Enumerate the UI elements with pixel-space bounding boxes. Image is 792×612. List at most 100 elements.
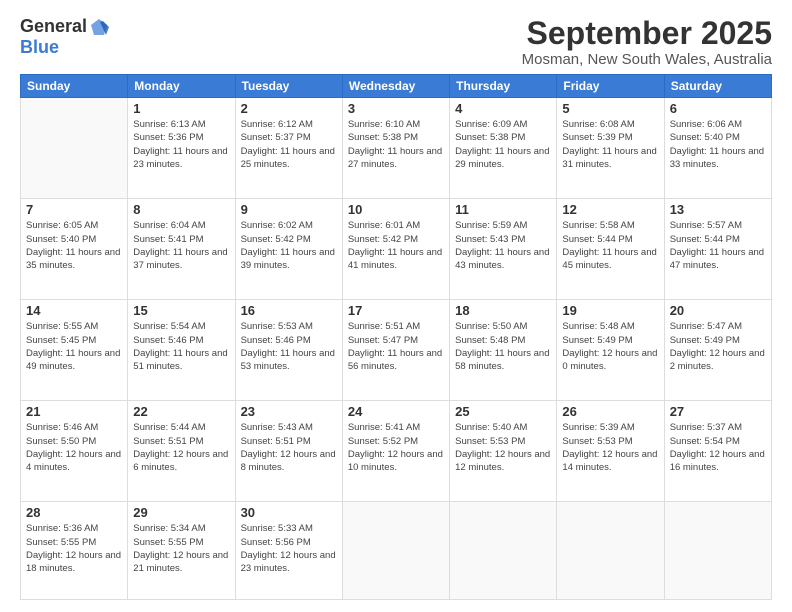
table-row: 23 Sunrise: 5:43 AM Sunset: 5:51 PM Dayli… <box>235 401 342 502</box>
table-row: 13Sunrise: 5:57 AM Sunset: 5:44 PM Dayli… <box>664 199 771 300</box>
day-info: Sunrise: 6:13 AM Sunset: 5:36 PM Dayligh… <box>133 118 229 171</box>
day-info: Sunrise: 5:59 AM Sunset: 5:43 PM Dayligh… <box>455 219 551 272</box>
calendar-header-row: Sunday Monday Tuesday Wednesday Thursday… <box>21 75 772 98</box>
logo-blue-text: Blue <box>20 37 59 58</box>
table-row: 18 Sunrise: 5:50 AM Sunset: 5:48 PM Dayli… <box>450 300 557 401</box>
col-friday: Friday <box>557 75 664 98</box>
day-info: Sunrise: 5:39 AM Sunset: 5:53 PM Dayligh… <box>562 421 658 474</box>
day-info: Sunrise: 5:40 AM Sunset: 5:53 PM Dayligh… <box>455 421 551 474</box>
day-info: Sunrise: 6:12 AM Sunset: 5:37 PM Dayligh… <box>241 118 337 171</box>
day-number: 13 <box>670 202 766 217</box>
day-number: 16 <box>241 303 337 318</box>
day-info: Sunrise: 5:55 AM Sunset: 5:45 PM Dayligh… <box>26 320 122 373</box>
col-thursday: Thursday <box>450 75 557 98</box>
day-number: 1 <box>133 101 229 116</box>
table-row: 3 Sunrise: 6:10 AM Sunset: 5:38 PM Daylig… <box>342 98 449 199</box>
day-number: 15 <box>133 303 229 318</box>
table-row: 25 Sunrise: 5:40 AM Sunset: 5:53 PM Dayli… <box>450 401 557 502</box>
day-number: 7 <box>26 202 122 217</box>
day-number: 23 <box>241 404 337 419</box>
table-row: 22 Sunrise: 5:44 AM Sunset: 5:51 PM Dayli… <box>128 401 235 502</box>
day-number: 10 <box>348 202 444 217</box>
day-info: Sunrise: 5:46 AM Sunset: 5:50 PM Dayligh… <box>26 421 122 474</box>
day-info: Sunrise: 5:44 AM Sunset: 5:51 PM Dayligh… <box>133 421 229 474</box>
day-number: 30 <box>241 505 337 520</box>
day-info: Sunrise: 5:47 AM Sunset: 5:49 PM Dayligh… <box>670 320 766 373</box>
day-number: 24 <box>348 404 444 419</box>
day-info: Sunrise: 5:43 AM Sunset: 5:51 PM Dayligh… <box>241 421 337 474</box>
day-number: 28 <box>26 505 122 520</box>
month-title: September 2025 <box>522 16 772 51</box>
day-info: Sunrise: 6:06 AM Sunset: 5:40 PM Dayligh… <box>670 118 766 171</box>
table-row: 17Sunrise: 5:51 AM Sunset: 5:47 PM Dayli… <box>342 300 449 401</box>
table-row: 28 Sunrise: 5:36 AM Sunset: 5:55 PM Dayli… <box>21 502 128 600</box>
day-number: 3 <box>348 101 444 116</box>
day-number: 6 <box>670 101 766 116</box>
header: General Blue September 2025 Mosman, New … <box>20 16 772 68</box>
day-info: Sunrise: 5:37 AM Sunset: 5:54 PM Dayligh… <box>670 421 766 474</box>
day-number: 27 <box>670 404 766 419</box>
day-info: Sunrise: 6:09 AM Sunset: 5:38 PM Dayligh… <box>455 118 551 171</box>
day-number: 11 <box>455 202 551 217</box>
table-row: 8 Sunrise: 6:04 AM Sunset: 5:41 PM Daylig… <box>128 199 235 300</box>
table-row: 24 Sunrise: 5:41 AM Sunset: 5:52 PM Dayli… <box>342 401 449 502</box>
day-number: 18 <box>455 303 551 318</box>
day-number: 21 <box>26 404 122 419</box>
page: General Blue September 2025 Mosman, New … <box>0 0 792 612</box>
table-row: 9 Sunrise: 6:02 AM Sunset: 5:42 PM Daylig… <box>235 199 342 300</box>
day-number: 25 <box>455 404 551 419</box>
table-row: 15Sunrise: 5:54 AM Sunset: 5:46 PM Dayli… <box>128 300 235 401</box>
day-number: 8 <box>133 202 229 217</box>
day-info: Sunrise: 6:05 AM Sunset: 5:40 PM Dayligh… <box>26 219 122 272</box>
table-row: 20 Sunrise: 5:47 AM Sunset: 5:49 PM Dayli… <box>664 300 771 401</box>
table-row: 19Sunrise: 5:48 AM Sunset: 5:49 PM Dayli… <box>557 300 664 401</box>
table-row <box>21 98 128 199</box>
table-row: 16 Sunrise: 5:53 AM Sunset: 5:46 PM Dayli… <box>235 300 342 401</box>
table-row: 26 Sunrise: 5:39 AM Sunset: 5:53 PM Dayli… <box>557 401 664 502</box>
day-info: Sunrise: 6:02 AM Sunset: 5:42 PM Dayligh… <box>241 219 337 272</box>
day-number: 5 <box>562 101 658 116</box>
table-row: 10 Sunrise: 6:01 AM Sunset: 5:42 PM Dayli… <box>342 199 449 300</box>
table-row: 29 Sunrise: 5:34 AM Sunset: 5:55 PM Dayli… <box>128 502 235 600</box>
day-info: Sunrise: 5:41 AM Sunset: 5:52 PM Dayligh… <box>348 421 444 474</box>
col-wednesday: Wednesday <box>342 75 449 98</box>
table-row <box>450 502 557 600</box>
table-row: 2 Sunrise: 6:12 AM Sunset: 5:37 PM Daylig… <box>235 98 342 199</box>
day-number: 22 <box>133 404 229 419</box>
day-info: Sunrise: 5:48 AM Sunset: 5:49 PM Dayligh… <box>562 320 658 373</box>
calendar-table: Sunday Monday Tuesday Wednesday Thursday… <box>20 74 772 600</box>
day-number: 26 <box>562 404 658 419</box>
table-row: 4 Sunrise: 6:09 AM Sunset: 5:38 PM Daylig… <box>450 98 557 199</box>
logo: General Blue <box>20 16 109 58</box>
day-info: Sunrise: 5:58 AM Sunset: 5:44 PM Dayligh… <box>562 219 658 272</box>
location: Mosman, New South Wales, Australia <box>522 51 772 68</box>
day-number: 2 <box>241 101 337 116</box>
day-info: Sunrise: 6:08 AM Sunset: 5:39 PM Dayligh… <box>562 118 658 171</box>
day-info: Sunrise: 5:53 AM Sunset: 5:46 PM Dayligh… <box>241 320 337 373</box>
table-row: 11 Sunrise: 5:59 AM Sunset: 5:43 PM Dayli… <box>450 199 557 300</box>
col-monday: Monday <box>128 75 235 98</box>
day-info: Sunrise: 5:51 AM Sunset: 5:47 PM Dayligh… <box>348 320 444 373</box>
day-info: Sunrise: 6:10 AM Sunset: 5:38 PM Dayligh… <box>348 118 444 171</box>
day-number: 20 <box>670 303 766 318</box>
table-row <box>557 502 664 600</box>
day-number: 12 <box>562 202 658 217</box>
day-number: 4 <box>455 101 551 116</box>
table-row: 21 Sunrise: 5:46 AM Sunset: 5:50 PM Dayli… <box>21 401 128 502</box>
day-info: Sunrise: 5:36 AM Sunset: 5:55 PM Dayligh… <box>26 522 122 575</box>
col-tuesday: Tuesday <box>235 75 342 98</box>
table-row: 27 Sunrise: 5:37 AM Sunset: 5:54 PM Dayli… <box>664 401 771 502</box>
day-info: Sunrise: 6:04 AM Sunset: 5:41 PM Dayligh… <box>133 219 229 272</box>
logo-general-text: General <box>20 16 87 37</box>
logo-icon <box>89 17 109 37</box>
day-info: Sunrise: 5:50 AM Sunset: 5:48 PM Dayligh… <box>455 320 551 373</box>
day-info: Sunrise: 5:34 AM Sunset: 5:55 PM Dayligh… <box>133 522 229 575</box>
table-row: 12 Sunrise: 5:58 AM Sunset: 5:44 PM Dayli… <box>557 199 664 300</box>
table-row <box>342 502 449 600</box>
title-block: September 2025 Mosman, New South Wales, … <box>522 16 772 68</box>
day-number: 29 <box>133 505 229 520</box>
day-number: 9 <box>241 202 337 217</box>
col-sunday: Sunday <box>21 75 128 98</box>
day-info: Sunrise: 6:01 AM Sunset: 5:42 PM Dayligh… <box>348 219 444 272</box>
table-row: 30Sunrise: 5:33 AM Sunset: 5:56 PM Dayli… <box>235 502 342 600</box>
